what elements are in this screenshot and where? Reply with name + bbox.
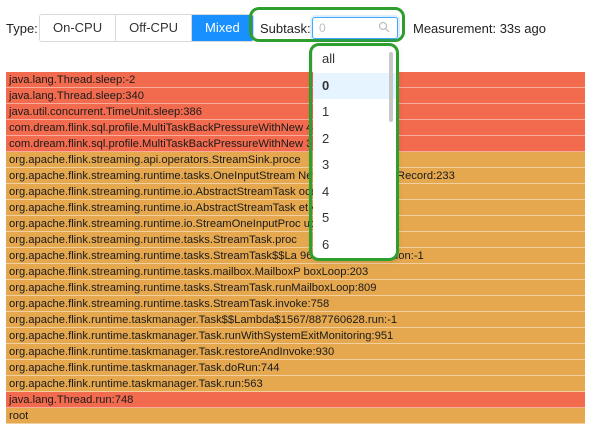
flame-frame[interactable]: java.lang.Thread.sleep:340 [6,88,585,104]
toolbar: Type: On-CPU Off-CPU Mixed Subtask: 0 Me… [0,0,591,56]
subtask-select[interactable]: 0 [312,17,398,39]
flame-graph: java.lang.Thread.sleep:-2 java.lang.Threa… [6,72,585,424]
flame-frame[interactable]: java.util.concurrent.TimeUnit.sleep:386 [6,104,585,120]
measurement-status: Measurement: 33s ago [413,21,546,36]
dropdown-scrollbar[interactable] [389,52,393,122]
flame-frame[interactable]: org.apache.flink.runtime.taskmanager.Tas… [6,344,585,360]
flame-frame[interactable]: org.apache.flink.streaming.runtime.tasks… [6,168,585,184]
flame-frame[interactable]: org.apache.flink.streaming.runtime.tasks… [6,264,585,280]
subtask-option[interactable]: 4 [313,179,396,206]
subtask-option[interactable]: 0 [313,72,396,99]
flame-frame[interactable]: org.apache.flink.runtime.taskmanager.Tas… [6,312,585,328]
flame-frame[interactable]: org.apache.flink.runtime.taskmanager.Tas… [6,328,585,344]
flame-frame[interactable]: org.apache.flink.streaming.runtime.tasks… [6,296,585,312]
subtask-option[interactable]: 6 [313,232,396,259]
subtask-option[interactable]: 1 [313,99,396,126]
flame-frame[interactable]: java.lang.Thread.run:748 [6,392,585,408]
type-segmented-control: On-CPU Off-CPU Mixed [39,14,254,42]
flame-frame[interactable]: com.dream.flink.sql.profile.MultiTaskBac… [6,120,585,136]
subtask-option[interactable]: 2 [313,126,396,153]
search-icon [378,21,390,33]
flame-frame[interactable]: org.apache.flink.streaming.runtime.io.St… [6,216,585,232]
subtask-label: Subtask: [260,21,311,36]
subtask-select-value: 0 [319,21,326,35]
type-label: Type: [6,21,38,36]
subtask-option[interactable]: all [313,46,396,73]
flame-frame[interactable]: root [6,408,585,424]
type-mixed-button[interactable]: Mixed [192,15,253,41]
flame-frame[interactable]: org.apache.flink.streaming.runtime.tasks… [6,232,585,248]
flame-frame[interactable]: org.apache.flink.runtime.taskmanager.Tas… [6,360,585,376]
type-off-cpu-button[interactable]: Off-CPU [116,15,193,41]
subtask-option[interactable]: 3 [313,152,396,179]
flame-frame[interactable]: org.apache.flink.streaming.runtime.io.Ab… [6,200,585,216]
flame-frame[interactable]: com.dream.flink.sql.profile.MultiTaskBac… [6,136,585,152]
subtask-option[interactable]: 5 [313,205,396,232]
subtask-dropdown: all 0 1 2 3 4 5 6 [313,46,396,258]
flame-frame[interactable]: org.apache.flink.runtime.taskmanager.Tas… [6,376,585,392]
flame-frame[interactable]: org.apache.flink.streaming.runtime.tasks… [6,280,585,296]
flame-frame[interactable]: org.apache.flink.streaming.runtime.tasks… [6,248,585,264]
flame-frame[interactable]: org.apache.flink.streaming.api.operators… [6,152,585,168]
flame-frame[interactable]: org.apache.flink.streaming.runtime.io.Ab… [6,184,585,200]
flame-frame[interactable]: java.lang.Thread.sleep:-2 [6,72,585,88]
type-on-cpu-button[interactable]: On-CPU [40,15,117,41]
